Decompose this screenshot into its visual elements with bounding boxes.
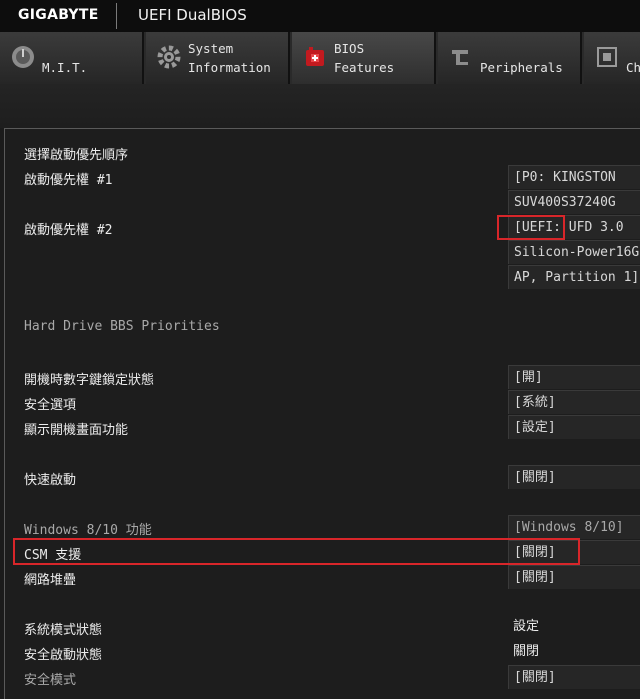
boot-option-2-value-line1[interactable]: [UEFI: UFD 3.0: [508, 215, 640, 239]
boot-option-2-label[interactable]: 啟動優先權 #2: [24, 219, 112, 238]
numlock-state-label[interactable]: 開機時數字鍵鎖定狀態: [24, 369, 154, 388]
tab-label: BIOS Features: [334, 41, 395, 75]
secure-boot-mode-value[interactable]: [關閉]: [508, 665, 640, 689]
tab-bar: M.I.T. System Information BIOS Features …: [0, 32, 640, 84]
windows-feature-value: [Windows 8/10]: [508, 515, 640, 539]
tab-label: Peripherals: [480, 60, 563, 75]
system-mode-state-value: 設定: [513, 619, 540, 634]
title-bar: GIGABYTE UEFI DualBIOS: [0, 0, 640, 33]
full-screen-logo-label[interactable]: 顯示開機畫面功能: [24, 419, 128, 438]
network-stack-value[interactable]: [關閉]: [508, 565, 640, 589]
security-option-label[interactable]: 安全選項: [24, 394, 76, 413]
secure-boot-mode-label[interactable]: 安全模式: [24, 669, 76, 688]
boot-option-1-value-line2[interactable]: SUV400S37240G: [508, 190, 640, 214]
tab-label: Ch: [626, 60, 640, 75]
tab-bios-features[interactable]: BIOS Features: [292, 32, 436, 84]
gauge-icon: [12, 46, 34, 68]
fast-boot-value[interactable]: [關閉]: [508, 465, 640, 489]
csm-support-label[interactable]: CSM 支援: [24, 544, 81, 563]
gear-icon: [157, 45, 181, 69]
connector-icon: [452, 50, 468, 65]
boot-option-2-value-line3[interactable]: AP, Partition 1]: [508, 265, 640, 289]
boot-option-1-value-line1[interactable]: [P0: KINGSTON: [508, 165, 640, 189]
full-screen-logo-value[interactable]: [設定]: [508, 415, 640, 439]
hard-drive-bbs-priorities[interactable]: Hard Drive BBS Priorities: [24, 319, 220, 334]
network-stack-label[interactable]: 網路堆疊: [24, 569, 76, 588]
system-mode-state-label: 系統模式狀態: [24, 623, 103, 638]
tab-label: System Information: [188, 41, 271, 75]
tab-mit[interactable]: M.I.T.: [0, 32, 144, 84]
product-title: UEFI DualBIOS: [138, 6, 247, 24]
brand-divider: [116, 3, 117, 29]
boot-option-1-label[interactable]: 啟動優先權 #1: [24, 169, 112, 188]
tab-peripherals[interactable]: Peripherals: [438, 32, 582, 84]
secure-boot-state-label: 安全啟動狀態: [24, 648, 103, 663]
tab-system-information[interactable]: System Information: [146, 32, 290, 84]
fast-boot-label[interactable]: 快速啟動: [24, 469, 76, 488]
chipset-icon: [597, 47, 617, 67]
boot-priority-heading: 選擇啟動優先順序: [24, 148, 129, 163]
tab-label: M.I.T.: [42, 60, 88, 75]
chip-icon: [306, 47, 324, 66]
boot-option-2-value-line2[interactable]: Silicon-Power16G: [508, 240, 640, 264]
numlock-state-value[interactable]: [開]: [508, 365, 640, 389]
csm-support-value[interactable]: [關閉]: [508, 540, 640, 564]
windows-feature-label: Windows 8/10 功能: [24, 523, 152, 538]
brand-logo: GIGABYTE: [18, 7, 99, 23]
security-option-value[interactable]: [系統]: [508, 390, 640, 414]
tab-chipset[interactable]: Ch: [584, 32, 640, 84]
secure-boot-state-value: 關閉: [513, 644, 540, 659]
submenu-bar: [0, 84, 640, 128]
